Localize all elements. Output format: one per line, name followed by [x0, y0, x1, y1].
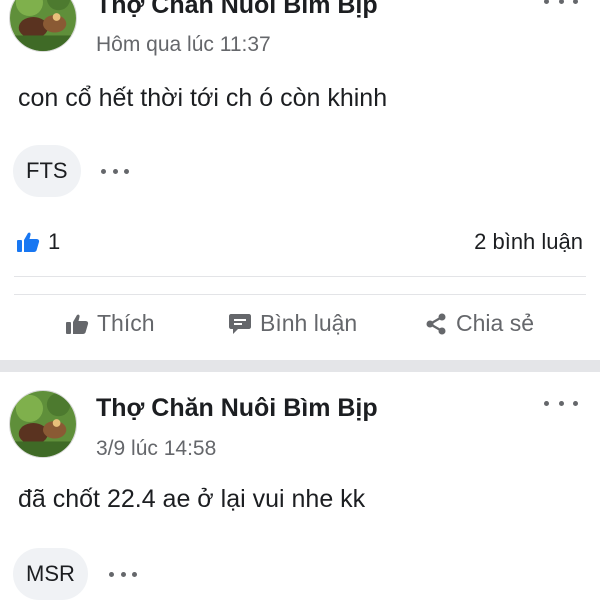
tag-chip[interactable]: FTS — [13, 145, 81, 197]
post-actions: Thích Bình luận Chia sẻ — [0, 300, 600, 356]
thumbs-up-icon — [66, 314, 89, 334]
avatar[interactable] — [9, 0, 77, 52]
post-content: đã chốt 22.4 ae ở lại vui nhe kk — [18, 485, 366, 513]
tag-chip[interactable]: MSR — [13, 548, 88, 600]
comment-button[interactable]: Bình luận — [228, 310, 357, 337]
more-options-icon[interactable] — [544, 396, 578, 410]
like-count-value: 1 — [48, 229, 61, 254]
divider — [14, 276, 586, 277]
tag-more-icon[interactable] — [101, 167, 129, 175]
comment-bubble-icon — [229, 313, 251, 334]
post-author[interactable]: Thợ Chăn Nuôi Bìm Bịp — [96, 394, 378, 423]
post-author[interactable]: Thợ Chăn Nuôi Bìm Bịp — [96, 0, 378, 20]
post-timestamp[interactable]: Hôm qua lúc 11:37 — [96, 33, 271, 57]
post-separator — [0, 360, 600, 372]
avatar-image — [10, 0, 76, 51]
like-button-label: Thích — [97, 310, 155, 336]
post-timestamp[interactable]: 3/9 lúc 14:58 — [96, 437, 216, 461]
like-count[interactable]: 1 — [16, 229, 60, 255]
comment-count[interactable]: 2 bình luận — [474, 229, 583, 255]
share-button[interactable]: Chia sẻ — [424, 310, 534, 337]
more-options-icon[interactable] — [544, 0, 578, 8]
comment-button-label: Bình luận — [260, 310, 358, 336]
share-button-label: Chia sẻ — [456, 310, 534, 336]
divider — [14, 294, 586, 295]
post-card: Thợ Chăn Nuôi Bìm Bịp Hôm qua lúc 11:37 … — [0, 0, 600, 360]
thumbs-up-reaction-icon — [17, 232, 40, 252]
share-icon — [426, 313, 446, 334]
like-button[interactable]: Thích — [65, 310, 155, 337]
tag-more-icon[interactable] — [109, 570, 137, 578]
avatar-image — [10, 391, 76, 457]
post-content: con cổ hết thời tới ch ó còn khinh — [18, 84, 388, 112]
avatar[interactable] — [9, 390, 77, 458]
reaction-stats: 1 2 bình luận — [0, 225, 600, 261]
